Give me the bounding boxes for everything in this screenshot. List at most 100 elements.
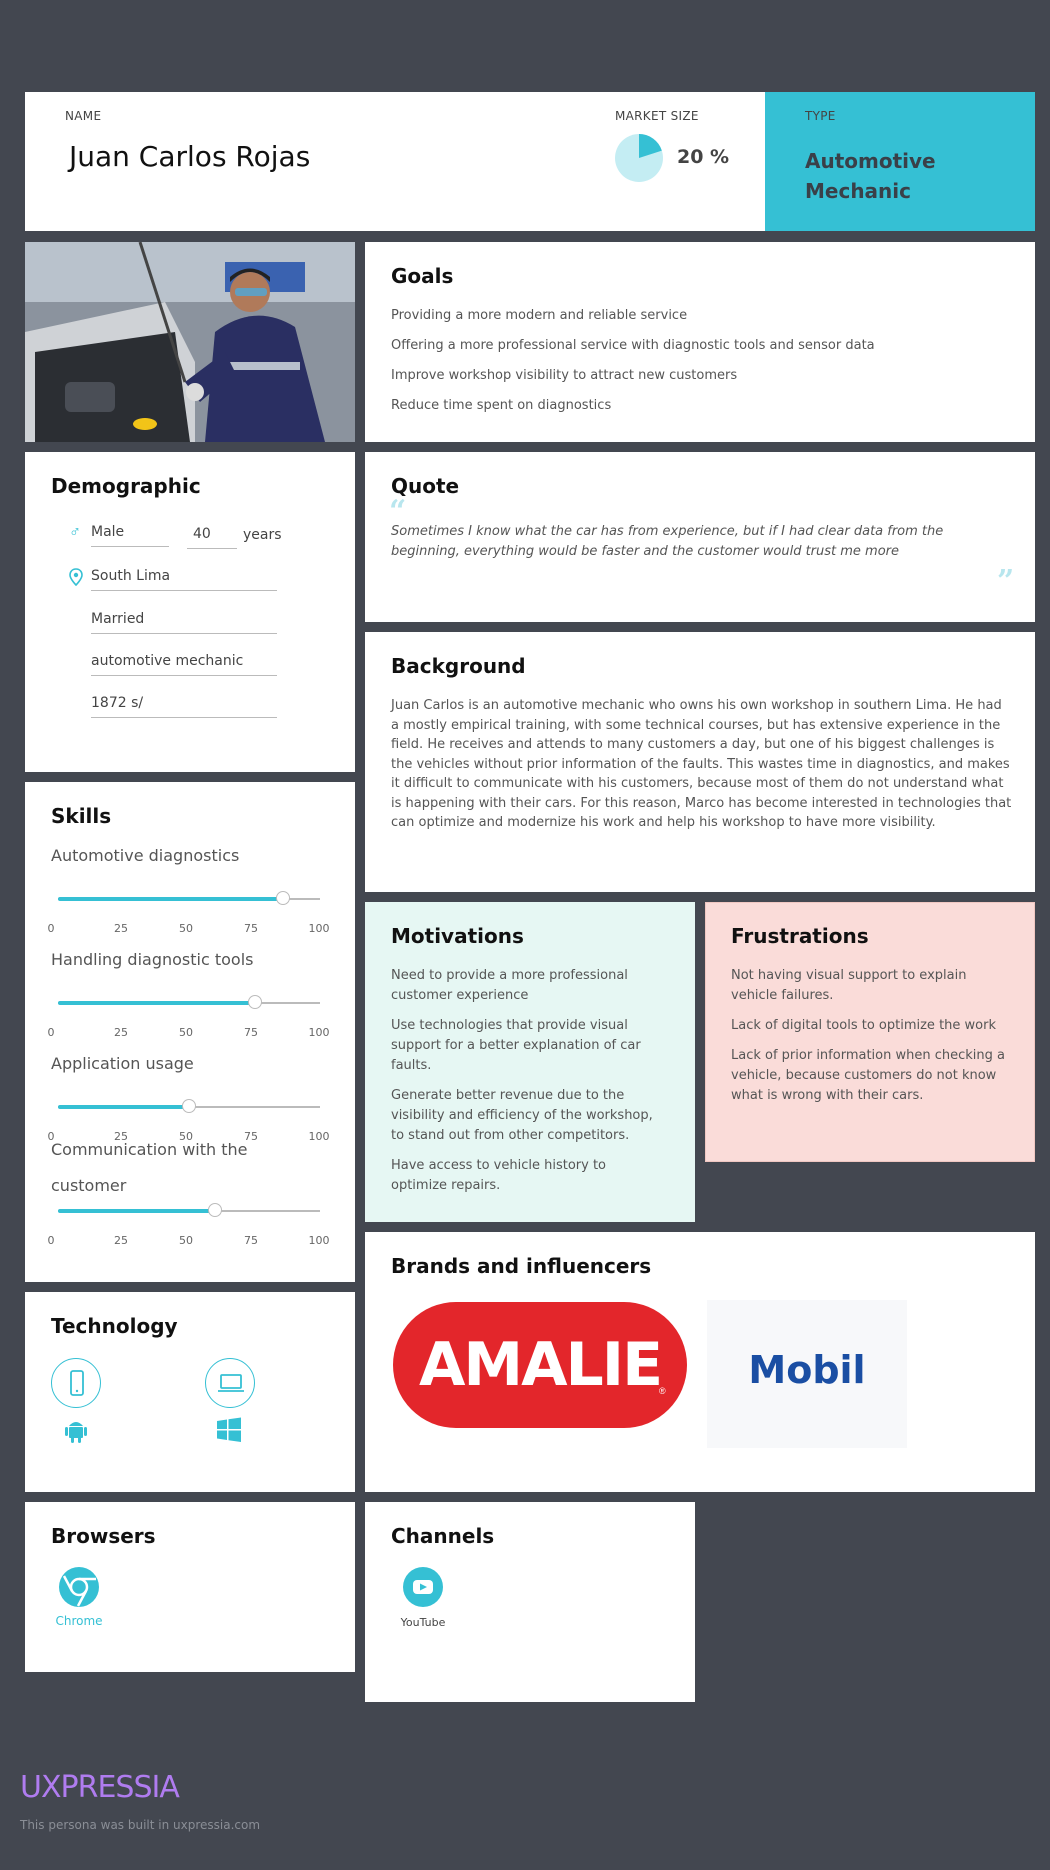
channels-section: Channels YouTube bbox=[365, 1502, 695, 1702]
background-section: Background Juan Carlos is an automotive … bbox=[365, 632, 1035, 892]
persona-name: Juan Carlos Rojas bbox=[69, 140, 311, 173]
location-field[interactable]: South Lima bbox=[91, 568, 277, 591]
tick-label: 25 bbox=[114, 1234, 128, 1247]
android-icon bbox=[65, 1422, 87, 1443]
skill-name: Communication with the customer bbox=[51, 1140, 248, 1195]
tick-label: 0 bbox=[47, 1234, 55, 1247]
amalie-logo-text: AMALIE bbox=[418, 1330, 663, 1400]
mobil-logo: Mobil bbox=[707, 1300, 907, 1448]
skill-slider[interactable] bbox=[58, 891, 320, 905]
skill-name: Handling diagnostic tools bbox=[51, 950, 254, 969]
skill-slider-fill bbox=[58, 897, 284, 901]
tick-label: 75 bbox=[244, 922, 258, 935]
motivations-list: Need to provide a more professional cust… bbox=[391, 966, 656, 1206]
background-text: Juan Carlos is an automotive mechanic wh… bbox=[391, 698, 1012, 830]
list-item: Lack of prior information when checking … bbox=[731, 1048, 1005, 1103]
skills-title: Skills bbox=[51, 804, 112, 828]
skill-slider[interactable] bbox=[58, 1099, 320, 1113]
skill-slider-knob[interactable] bbox=[208, 1203, 223, 1217]
skills-section: Skills Automotive diagnostics 0 25 50 75… bbox=[25, 782, 355, 1282]
persona-type: TYPE Automotive Mechanic bbox=[765, 92, 1035, 231]
tick-label: 50 bbox=[179, 1234, 193, 1247]
channels-title: Channels bbox=[391, 1524, 495, 1548]
name-label: NAME bbox=[65, 109, 102, 123]
tick-label: 0 bbox=[47, 922, 55, 935]
tick-label: 100 bbox=[308, 1234, 330, 1247]
persona-photo bbox=[25, 242, 355, 442]
list-item: Lack of digital tools to optimize the wo… bbox=[731, 1018, 996, 1033]
uxpressia-logo[interactable]: UXPRESSIA bbox=[20, 1770, 180, 1805]
list-item: Generate better revenue due to the visib… bbox=[391, 1088, 653, 1143]
motivations-title: Motivations bbox=[391, 924, 524, 948]
tick-label: 0 bbox=[47, 1026, 55, 1039]
browsers-section: Browsers Chrome bbox=[25, 1502, 355, 1672]
tick-label: 100 bbox=[308, 1026, 330, 1039]
skill-slider-fill bbox=[58, 1105, 189, 1109]
quote-text: Sometimes I know what the car has from e… bbox=[391, 524, 944, 559]
age-unit: years bbox=[243, 527, 282, 543]
skill-slider-knob[interactable] bbox=[182, 1099, 196, 1113]
skill-name: Automotive diagnostics bbox=[51, 846, 240, 865]
list-item: Not having visual support to explain veh… bbox=[731, 968, 967, 1003]
type-label: TYPE bbox=[805, 109, 836, 123]
background-title: Background bbox=[391, 654, 526, 678]
browser-label: Chrome bbox=[55, 1614, 103, 1628]
male-gender-icon: ♂ bbox=[69, 524, 81, 541]
close-quote-icon: ” bbox=[997, 564, 1015, 599]
skill-slider-fill bbox=[58, 1001, 255, 1005]
tick-label: 25 bbox=[114, 922, 128, 935]
tick-label: 50 bbox=[179, 922, 193, 935]
demographic-section: Demographic ♂ Male 40 years South Lima M… bbox=[25, 452, 355, 772]
tick-label: 25 bbox=[114, 1026, 128, 1039]
tick-label: 50 bbox=[179, 1026, 193, 1039]
list-item: Use technologies that provide visual sup… bbox=[391, 1018, 641, 1073]
market-size-label: MARKET SIZE bbox=[615, 109, 699, 123]
age-field[interactable]: 40 bbox=[187, 526, 237, 549]
skill-slider[interactable] bbox=[58, 995, 320, 1009]
location-pin-icon bbox=[69, 568, 83, 586]
goals-list: Providing a more modern and reliable ser… bbox=[391, 306, 1011, 426]
mobil-logo-text: Mobil bbox=[748, 1348, 866, 1392]
registered-mark-icon: ® bbox=[659, 1386, 666, 1396]
smartphone-icon bbox=[51, 1358, 101, 1408]
list-item: Offering a more professional service wit… bbox=[391, 338, 875, 353]
brands-title: Brands and influencers bbox=[391, 1254, 652, 1278]
persona-header: NAME Juan Carlos Rojas MARKET SIZE 20 % bbox=[25, 92, 765, 231]
windows-icon bbox=[217, 1417, 241, 1442]
skill-slider-knob[interactable] bbox=[276, 891, 291, 905]
motivations-section: Motivations Need to provide a more profe… bbox=[365, 902, 695, 1222]
gender-field[interactable]: Male bbox=[91, 524, 169, 547]
market-size-pie bbox=[615, 134, 663, 182]
quote-section: Quote “ Sometimes I know what the car ha… bbox=[365, 452, 1035, 622]
tick-label: 100 bbox=[308, 1130, 330, 1143]
frustrations-section: Frustrations Not having visual support t… bbox=[705, 902, 1035, 1162]
list-item: Providing a more modern and reliable ser… bbox=[391, 308, 688, 323]
brands-section: Brands and influencers AMALIE ® Mobil bbox=[365, 1232, 1035, 1492]
frustrations-title: Frustrations bbox=[731, 924, 869, 948]
list-item: Need to provide a more professional cust… bbox=[391, 968, 628, 1003]
occupation-field[interactable]: automotive mechanic bbox=[91, 653, 277, 676]
browsers-title: Browsers bbox=[51, 1524, 156, 1548]
list-item: Have access to vehicle history to optimi… bbox=[391, 1158, 607, 1193]
demographic-title: Demographic bbox=[51, 474, 201, 498]
marital-status-field[interactable]: Married bbox=[91, 611, 277, 634]
tick-label: 75 bbox=[244, 1234, 258, 1247]
laptop-icon bbox=[205, 1358, 255, 1408]
goals-title: Goals bbox=[391, 264, 454, 288]
chrome-icon[interactable] bbox=[58, 1566, 100, 1608]
tick-label: 75 bbox=[244, 1026, 258, 1039]
skill-name: Application usage bbox=[51, 1054, 194, 1073]
goals-section: Goals Providing a more modern and reliab… bbox=[365, 242, 1035, 442]
list-item: Reduce time spent on diagnostics bbox=[391, 398, 612, 413]
footer-note: This persona was built in uxpressia.com bbox=[20, 1818, 261, 1832]
youtube-icon[interactable] bbox=[402, 1566, 444, 1608]
list-item: Improve workshop visibility to attract n… bbox=[391, 368, 738, 383]
market-size-value: 20 % bbox=[677, 146, 730, 168]
skill-slider-knob[interactable] bbox=[247, 995, 262, 1009]
amalie-logo: AMALIE ® bbox=[393, 1302, 687, 1428]
tick-label: 100 bbox=[308, 922, 330, 935]
channel-label: YouTube bbox=[400, 1616, 446, 1629]
skill-slider[interactable] bbox=[58, 1203, 320, 1217]
type-value: Automotive Mechanic bbox=[805, 149, 936, 203]
income-field[interactable]: 1872 s/ bbox=[91, 695, 277, 718]
